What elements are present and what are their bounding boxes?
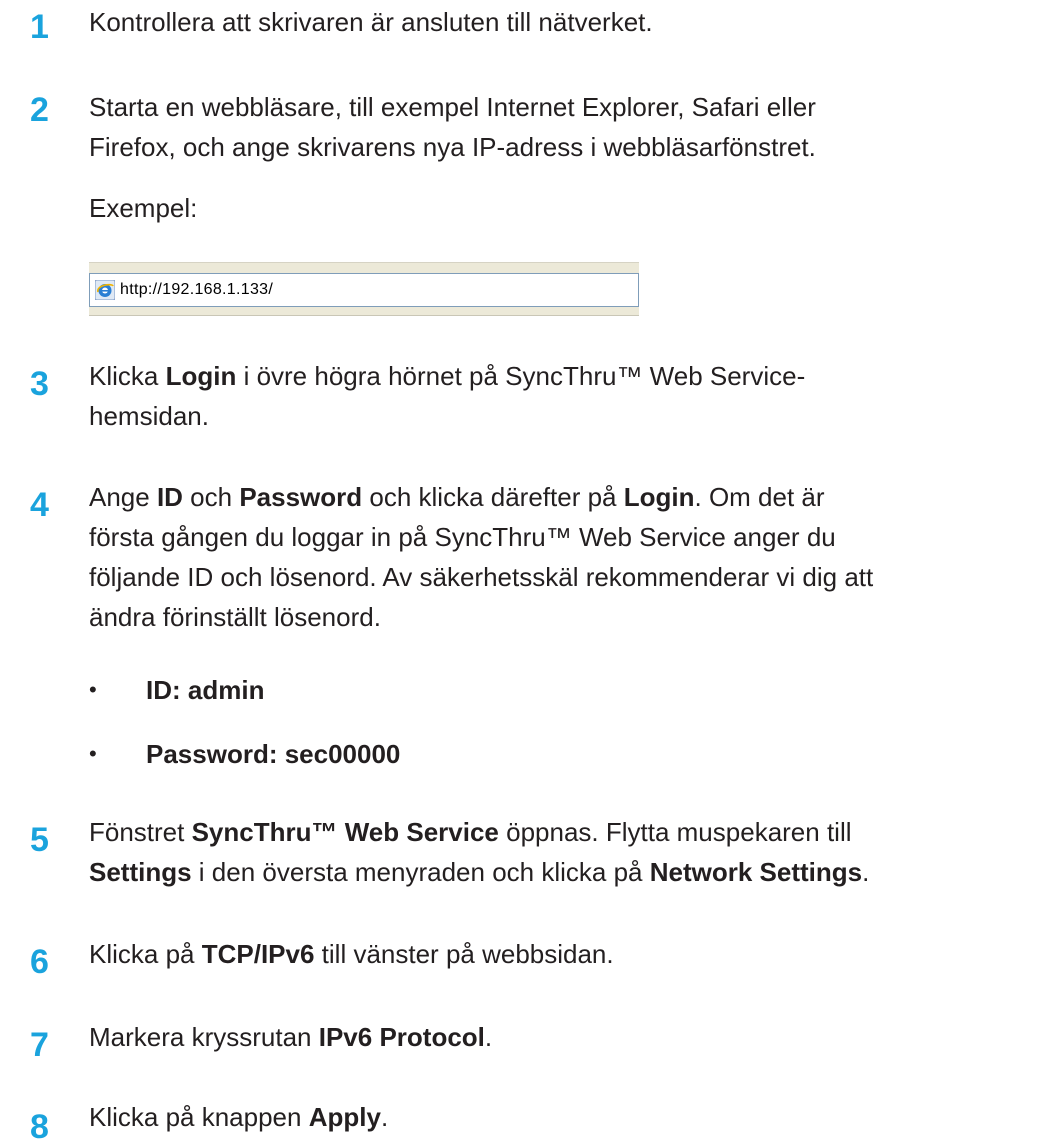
bold-term: IPv6 Protocol bbox=[318, 1022, 485, 1052]
step-text: Klicka Login i övre högra hörnet på Sync… bbox=[89, 361, 806, 431]
step-number: 7 bbox=[30, 1026, 49, 1064]
bullet-symbol: • bbox=[89, 741, 97, 766]
bold-term: TCP/IPv6 bbox=[201, 939, 315, 969]
step-number: 1 bbox=[30, 8, 49, 46]
step-text: Klicka på TCP/IPv6 till vänster på webbs… bbox=[89, 939, 614, 969]
step-number: 6 bbox=[30, 943, 49, 981]
step-text: Fönstret SyncThru™ Web Service öppnas. F… bbox=[89, 817, 870, 887]
step-number: 5 bbox=[30, 821, 49, 859]
address-text: http://192.168.1.133/ bbox=[120, 281, 274, 298]
bullet-symbol: • bbox=[89, 677, 97, 702]
step-text: Ange ID och Password och klicka därefter… bbox=[89, 482, 874, 632]
bold-term: Login bbox=[165, 361, 237, 391]
bold-term: ID bbox=[156, 482, 183, 512]
step-number: 4 bbox=[30, 486, 49, 524]
step-number: 2 bbox=[30, 91, 49, 129]
step-number: 8 bbox=[30, 1108, 49, 1146]
address-field[interactable]: http://192.168.1.133/ bbox=[89, 273, 639, 307]
bullet-text: Password: sec00000 bbox=[146, 739, 401, 769]
bold-term: Network Settings bbox=[649, 857, 863, 887]
page: { "steps": [ { "number": "1", "text": "K… bbox=[0, 0, 1047, 1147]
step-number: 3 bbox=[30, 365, 49, 403]
bold-term: Apply bbox=[308, 1102, 381, 1132]
example-label: Exempel: bbox=[89, 193, 198, 223]
internet-explorer-icon bbox=[95, 280, 115, 300]
bold-term: Settings bbox=[89, 857, 192, 887]
step-text: Kontrollera att skrivaren är ansluten ti… bbox=[89, 7, 653, 37]
step-text: Starta en webbläsare, till exempel Inter… bbox=[89, 92, 816, 162]
step-text: Klicka på knappen Apply. bbox=[89, 1102, 389, 1132]
bold-term: Password bbox=[239, 482, 363, 512]
bold-term: Login bbox=[623, 482, 695, 512]
step-text: Markera kryssrutan IPv6 Protocol. bbox=[89, 1022, 493, 1052]
bullet-text: ID: admin bbox=[146, 675, 265, 705]
bold-term: SyncThru™ Web Service bbox=[191, 817, 499, 847]
browser-address-bar: http://192.168.1.133/ bbox=[89, 262, 639, 316]
